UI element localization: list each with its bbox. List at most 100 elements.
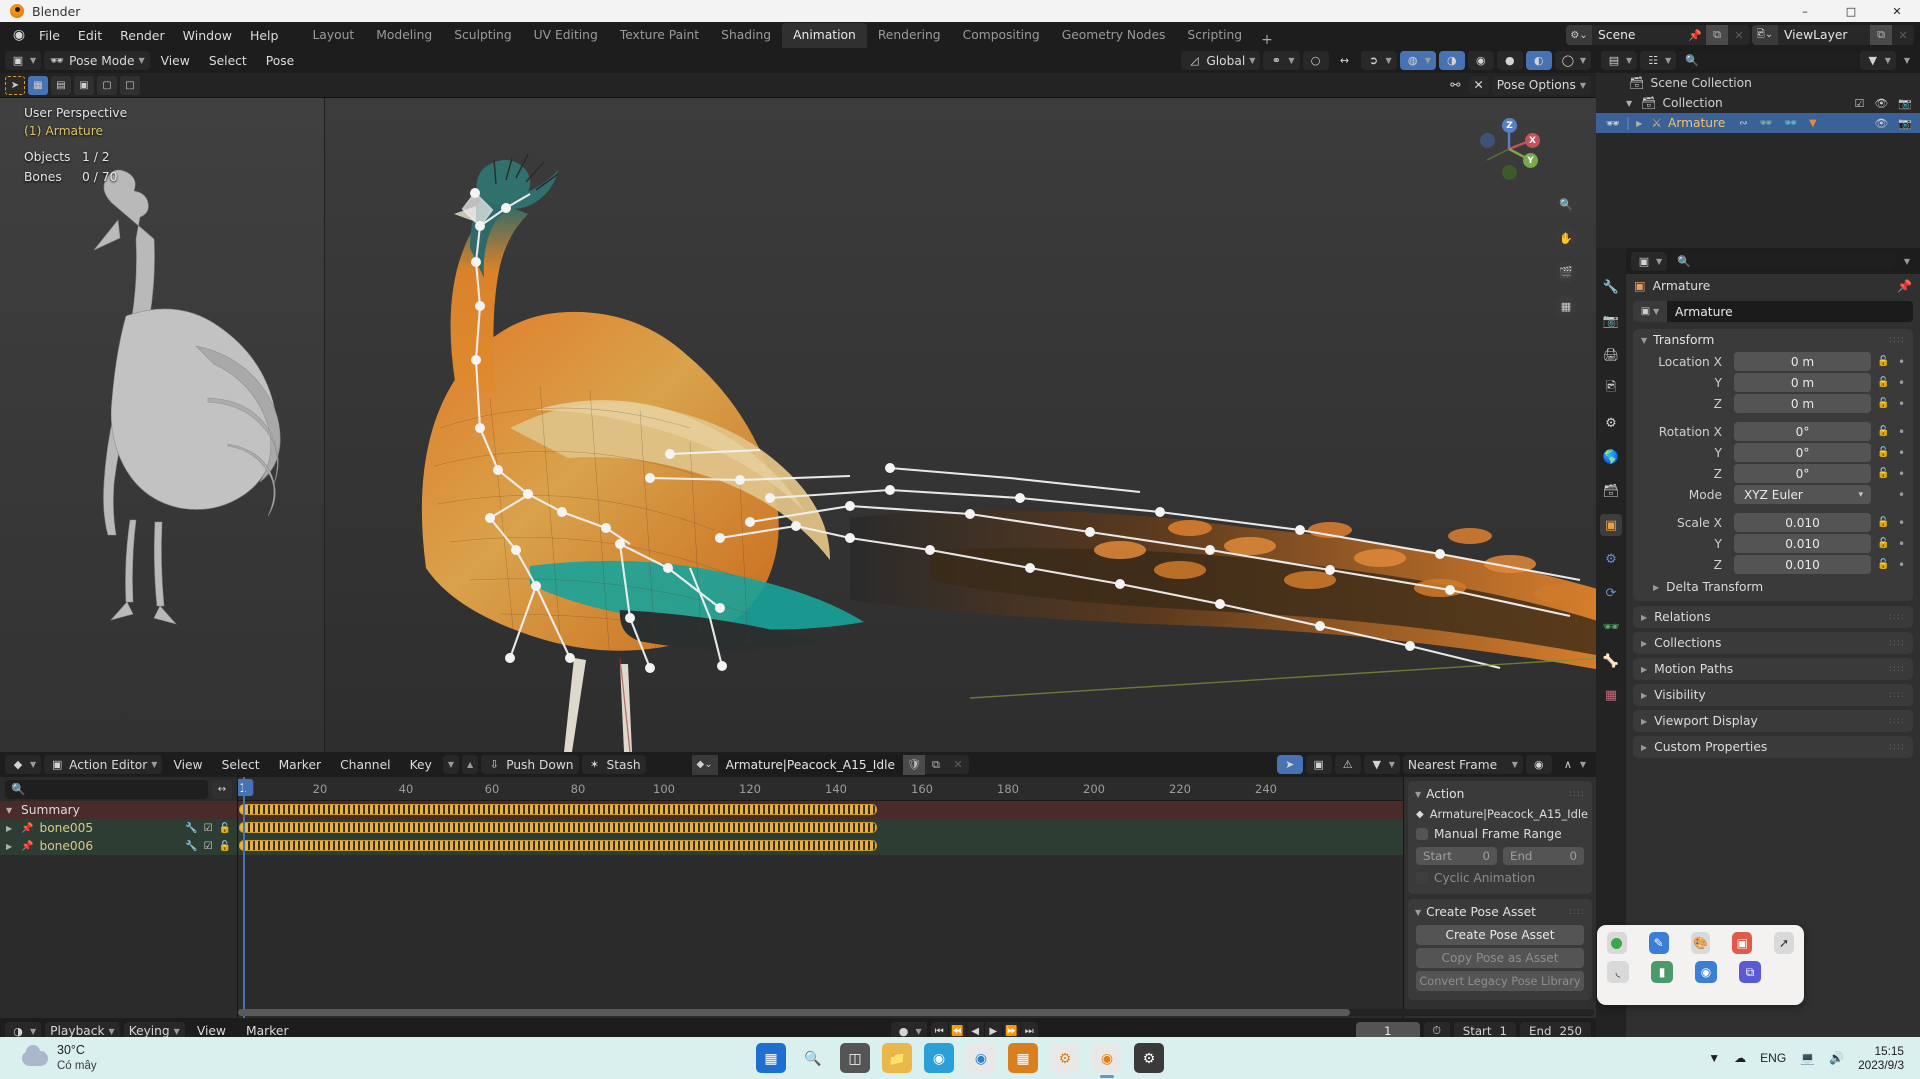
tab-modeling[interactable]: Modeling: [365, 23, 443, 48]
tab-constraint-icon[interactable]: 🕶: [1600, 616, 1622, 638]
shading-solid[interactable]: ●: [1496, 51, 1523, 70]
camera-view-icon[interactable]: 🎬: [1555, 261, 1577, 283]
location-z-field[interactable]: 0 m: [1734, 394, 1871, 413]
pose-asset-panel-header[interactable]: ▼ Create Pose Asset ::::: [1408, 902, 1592, 922]
shading-material[interactable]: ◐: [1525, 51, 1552, 70]
keyframe-area[interactable]: 20 40 60 80 100 120 140 160 180 200 220 …: [238, 777, 1403, 1018]
search-icon[interactable]: 🔍: [798, 1043, 828, 1073]
manual-frame-range-row[interactable]: Manual Frame Range: [1408, 824, 1592, 844]
lock-icon[interactable]: 🔓: [219, 823, 231, 834]
snap-selector[interactable]: ⚭ ▼: [1263, 51, 1300, 70]
shading-wireframe[interactable]: ◉: [1467, 51, 1494, 70]
settings-icon[interactable]: ⚙: [1134, 1043, 1164, 1073]
timeline-ruler[interactable]: 20 40 60 80 100 120 140 160 180 200 220 …: [238, 777, 1403, 801]
select-subtract-tool-icon[interactable]: ▣: [74, 75, 94, 95]
menu-edit[interactable]: Edit: [69, 25, 111, 46]
copy-pose-as-asset-button[interactable]: Copy Pose as Asset: [1416, 948, 1584, 968]
mode-selector[interactable]: 🕶 Pose Mode ▼: [44, 51, 150, 70]
viewlayer-name[interactable]: ViewLayer: [1778, 28, 1870, 42]
lock-icon[interactable]: 🔓: [1876, 559, 1891, 570]
location-x-field[interactable]: 0 m: [1734, 352, 1871, 371]
dopesheet-menu-select[interactable]: Select: [214, 756, 268, 774]
keyframe-band-summary[interactable]: [239, 804, 877, 815]
rotation-y-row[interactable]: Y 0° 🔓 •: [1633, 442, 1913, 463]
visibility-panel[interactable]: ▶ Visibility ::::: [1633, 684, 1913, 706]
window-controls[interactable]: – □ ✕: [1782, 0, 1920, 22]
widgets-icon[interactable]: ⚙: [1050, 1043, 1080, 1073]
tab-collection-icon[interactable]: 🗃: [1600, 480, 1622, 502]
rotation-z-field[interactable]: 0°: [1734, 464, 1871, 483]
close-button[interactable]: ✕: [1874, 0, 1920, 22]
relations-panel[interactable]: ▶ Relations ::::: [1633, 606, 1913, 628]
eye-icon[interactable]: 👁: [1874, 117, 1888, 130]
camera-render-icon[interactable]: 📷: [1898, 97, 1912, 110]
tab-sculpting[interactable]: Sculpting: [443, 23, 522, 48]
viewport-menu-pose[interactable]: Pose: [258, 52, 302, 70]
viewport-nav-buttons[interactable]: 🔍 ✋ 🎬 ▦: [1555, 193, 1577, 317]
viewport-gizmos-selector[interactable]: ➲ ▼: [1360, 51, 1397, 70]
shading-rendered[interactable]: ◯ ▼: [1554, 51, 1591, 70]
record-icon[interactable]: [1607, 932, 1627, 954]
tab-data-bone-icon[interactable]: 🦴: [1600, 650, 1622, 672]
dopesheet-sidebar[interactable]: ▼ Action :::: ◆ Armature|Peacock_A15_Idl…: [1403, 777, 1596, 1018]
outliner-editor-type-selector[interactable]: ▤ ▼: [1601, 51, 1638, 70]
show-errors-toggle[interactable]: ⚠: [1334, 755, 1361, 774]
outliner-row-collection[interactable]: ▼ 🗃 Collection ☑ 👁 📷: [1596, 93, 1920, 113]
action-panel-header[interactable]: ▼ Action ::::: [1408, 784, 1592, 804]
channel-toggles-bone006[interactable]: 🔧 ☑ 🔓: [185, 841, 231, 852]
frame-range-row[interactable]: Start 0 End 0: [1408, 844, 1592, 868]
zoom-icon[interactable]: 🔍: [1555, 193, 1577, 215]
transform-panel-header[interactable]: ▼ Transform ::::: [1633, 329, 1913, 351]
properties-search-input[interactable]: 🔍: [1671, 252, 1895, 270]
keyframe-band-bone006[interactable]: [239, 840, 877, 851]
dopesheet-editor-type-selector[interactable]: ◆ ▼: [5, 755, 42, 774]
add-workspace-button[interactable]: +: [1253, 32, 1281, 48]
animate-property-dot[interactable]: •: [1896, 446, 1907, 460]
outliner-row-scene-collection[interactable]: 🗃 Scene Collection: [1596, 73, 1920, 93]
proportional-editing-toggle[interactable]: ○: [1302, 51, 1329, 70]
lock-icon[interactable]: 🔓: [1876, 468, 1891, 479]
chevron-up-icon[interactable]: ▼: [1708, 1051, 1720, 1065]
animate-property-dot[interactable]: •: [1896, 537, 1907, 551]
scale-x-row[interactable]: Scale X 0.010 🔓 •: [1633, 512, 1913, 533]
animate-property-dot[interactable]: •: [1896, 376, 1907, 390]
manual-frame-range-checkbox[interactable]: [1416, 828, 1428, 840]
transform-orientation-selector[interactable]: ◿ Global ▼: [1181, 51, 1261, 70]
action-datablock-selector[interactable]: ◆⌄ Armature|Peacock_A15_Idle 🛡 ⧉ ✕: [691, 754, 969, 775]
location-x-row[interactable]: Location X 0 m 🔓 •: [1633, 351, 1913, 372]
viewport-menu-select[interactable]: Select: [201, 52, 255, 70]
outliner-filter-button[interactable]: ▼ ▼: [1859, 51, 1896, 70]
taskbar-clock[interactable]: 15:15 2023/9/3: [1858, 1044, 1904, 1072]
frame-range-end-field[interactable]: End 0: [1503, 847, 1584, 865]
gizmo-axis-x[interactable]: X: [1525, 133, 1540, 148]
outliner-options-button[interactable]: ▼: [1899, 51, 1915, 70]
collections-panel[interactable]: ▶ Collections ::::: [1633, 632, 1913, 654]
dopesheet-menu-key[interactable]: Key: [402, 756, 440, 774]
channel-search-input[interactable]: 🔍: [5, 779, 208, 799]
create-pose-asset-panel[interactable]: ▼ Create Pose Asset :::: Create Pose Ass…: [1408, 899, 1592, 1000]
location-y-row[interactable]: Y 0 m 🔓 •: [1633, 372, 1913, 393]
menu-window[interactable]: Window: [174, 25, 241, 46]
armature-data-icon[interactable]: 🕶: [1784, 118, 1797, 129]
convert-legacy-pose-library-button[interactable]: Convert Legacy Pose Library: [1416, 971, 1584, 991]
language-indicator[interactable]: ENG: [1760, 1051, 1786, 1065]
blender-menu-icon[interactable]: ◉: [8, 26, 30, 44]
new-action-icon[interactable]: ⧉: [925, 755, 947, 775]
menu-help[interactable]: Help: [241, 25, 288, 46]
scale-z-field[interactable]: 0.010: [1734, 555, 1871, 574]
tab-scene-icon[interactable]: ⚙: [1600, 412, 1622, 434]
snapping-selector[interactable]: Nearest Frame ▼: [1402, 755, 1523, 774]
viewlayer-selector[interactable]: 🖻⌄ ViewLayer ⧉ ✕: [1752, 25, 1914, 45]
gizmo-axis-neg-z[interactable]: [1502, 165, 1517, 180]
motion-paths-panel[interactable]: ▶ Motion Paths ::::: [1633, 658, 1913, 680]
bone-options-icon[interactable]: ⚯: [1445, 76, 1465, 95]
editor-type-selector[interactable]: ▣ ▼: [5, 51, 42, 70]
proportional-edit-toggle[interactable]: ➤: [1276, 755, 1303, 774]
lock-icon[interactable]: 🔓: [1876, 377, 1891, 388]
highlighter-icon[interactable]: ▮: [1651, 961, 1673, 983]
screenshot-icon[interactable]: ▣: [1732, 932, 1753, 954]
dopesheet-menu-marker[interactable]: Marker: [271, 756, 330, 774]
camera-render-icon[interactable]: 📷: [1898, 117, 1912, 130]
volume-icon[interactable]: 🔊: [1829, 1051, 1844, 1065]
channel-row-summary[interactable]: ▼ Summary: [0, 801, 237, 819]
